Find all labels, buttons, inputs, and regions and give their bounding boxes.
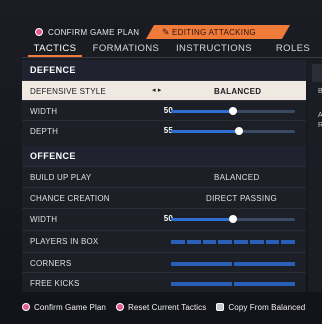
button-prompts: Confirm Game Plan Reset Current Tactics …: [22, 299, 322, 315]
defensive-style-value: BALANCED: [214, 87, 262, 96]
bar-segment: [234, 282, 295, 286]
editing-attacking-tab[interactable]: ✎ EDITING ATTACKING: [146, 25, 290, 39]
slider-fill: [171, 218, 233, 221]
chance-creation-row[interactable]: CHANCE CREATION DIRECT PASSING: [22, 187, 306, 207]
slider-knob[interactable]: [229, 215, 237, 223]
players-in-box-bar[interactable]: [171, 240, 295, 244]
defence-width-row[interactable]: WIDTH 50: [22, 100, 306, 120]
circle-button-icon: [115, 303, 124, 311]
depth-label: DEPTH: [30, 127, 59, 136]
tab-roles[interactable]: ROLES: [264, 39, 322, 57]
tab-divider: [22, 57, 322, 58]
defence-section-title: DEFENCE: [22, 60, 306, 80]
defence-width-slider[interactable]: [171, 107, 295, 115]
slider-fill: [171, 110, 233, 113]
players-in-box-row[interactable]: PLAYERS IN BOX: [22, 230, 306, 250]
copy-balanced-prompt[interactable]: Copy From Balanced: [216, 303, 305, 312]
offence-section-title: OFFENCE: [22, 146, 306, 166]
editing-attacking-label: EDITING ATTACKING: [172, 27, 256, 37]
tab-bar: TACTICS FORMATIONS INSTRUCTIONS ROLES: [22, 39, 322, 57]
corners-bar[interactable]: [171, 262, 295, 266]
chance-creation-label: CHANCE CREATION: [30, 194, 110, 203]
slider-fill: [171, 130, 240, 133]
free-kicks-row[interactable]: FREE KICKS: [22, 272, 306, 292]
bar-segment: [171, 240, 185, 244]
depth-row[interactable]: DEPTH 55: [22, 120, 306, 140]
side-info-panel: B A R: [308, 60, 322, 292]
bar-segment: [265, 240, 280, 244]
slider-knob[interactable]: [229, 107, 237, 115]
depth-slider[interactable]: [171, 127, 295, 135]
free-kicks-label: FREE KICKS: [30, 279, 80, 288]
reset-tactics-prompt[interactable]: Reset Current Tactics: [115, 302, 207, 312]
circle-button-icon: [35, 28, 43, 36]
corners-label: CORNERS: [30, 259, 72, 268]
players-in-box-label: PLAYERS IN BOX: [30, 237, 99, 246]
reset-prompt-label: Reset Current Tactics: [127, 302, 207, 312]
offence-width-label: WIDTH: [30, 215, 58, 224]
square-button-icon: [216, 303, 225, 311]
offence-width-row[interactable]: WIDTH 50: [22, 208, 306, 228]
tab-tactics[interactable]: TACTICS: [22, 39, 88, 57]
build-up-play-label: BUILD UP PLAY: [30, 173, 92, 182]
confirm-game-plan-label: CONFIRM GAME PLAN: [48, 27, 140, 37]
bar-segment: [281, 240, 295, 244]
bar-segment: [202, 240, 217, 244]
side-panel-header: [312, 64, 322, 82]
bar-segment: [218, 240, 232, 244]
defensive-style-row[interactable]: DEFENSIVE STYLE ◂ ▸ BALANCED: [22, 80, 306, 100]
bar-segment: [171, 262, 232, 266]
corners-row[interactable]: CORNERS: [22, 252, 306, 272]
tab-instructions[interactable]: INSTRUCTIONS: [164, 39, 264, 57]
copy-prompt-label: Copy From Balanced: [228, 302, 306, 312]
free-kicks-bar[interactable]: [171, 282, 295, 286]
offence-width-slider[interactable]: [171, 215, 295, 223]
tactics-screen: CONFIRM GAME PLAN ✎ EDITING ATTACKING TA…: [0, 0, 322, 324]
confirm-game-plan-tab[interactable]: CONFIRM GAME PLAN: [22, 25, 146, 39]
confirm-game-plan-prompt[interactable]: Confirm Game Plan: [22, 303, 106, 312]
left-right-arrows-icon: ◂ ▸: [152, 87, 162, 94]
side-panel-letter: B: [318, 88, 322, 95]
bar-segment: [249, 240, 264, 244]
tab-formations[interactable]: FORMATIONS: [88, 39, 164, 57]
circle-button-icon: [22, 303, 30, 311]
bar-segment: [186, 240, 201, 244]
bar-segment: [234, 240, 248, 244]
build-up-play-row[interactable]: BUILD UP PLAY BALANCED: [22, 166, 306, 186]
build-up-play-value: BALANCED: [214, 173, 260, 182]
defensive-style-label: DEFENSIVE STYLE: [30, 87, 106, 96]
bar-segment: [234, 262, 295, 266]
side-panel-letter: A: [318, 112, 322, 119]
bar-segment: [171, 282, 232, 286]
side-panel-letter: R: [318, 122, 322, 129]
confirm-prompt-label: Confirm Game Plan: [34, 302, 106, 312]
pencil-icon: ✎: [162, 27, 170, 37]
game-plan-header: CONFIRM GAME PLAN ✎ EDITING ATTACKING: [22, 25, 322, 39]
slider-knob[interactable]: [235, 127, 244, 135]
chance-creation-value: DIRECT PASSING: [206, 194, 278, 203]
defence-width-label: WIDTH: [30, 107, 58, 116]
tactics-panel: DEFENCE DEFENSIVE STYLE ◂ ▸ BALANCED WID…: [22, 60, 306, 292]
